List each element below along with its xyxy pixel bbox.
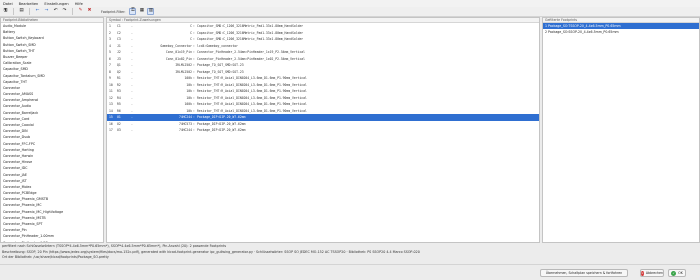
ok-icon: ✓ (671, 270, 677, 276)
save-icon[interactable]: 🖫 (2, 8, 9, 15)
component-number: 17 (109, 128, 113, 132)
ok-button[interactable]: ✓ OK (668, 269, 686, 277)
status-area: perfiltert nach Schlüsselwörtern (TSSOP*… (0, 244, 700, 264)
cancel-icon: × (641, 270, 644, 276)
menubar: Datei Bearbeiten Einstellungen Hilfe (0, 0, 700, 7)
cancel-button[interactable]: × Abbrechen (640, 269, 664, 277)
component-value: 74HC244 (178, 128, 192, 132)
apply-save-label: Übernehmen, Schaltplan speichern & fortf… (545, 271, 623, 275)
menu-settings[interactable]: Einstellungen (44, 2, 68, 6)
apply-save-button[interactable]: Übernehmen, Schaltplan speichern & fortf… (540, 269, 628, 277)
library-path-text: Ort der Bibliothek: /usr/share/kicad/foo… (2, 255, 109, 259)
delete-assignment-icon[interactable]: ✖ (86, 8, 93, 15)
redo-icon[interactable]: ↷ (61, 8, 68, 15)
toolbar-separator (13, 8, 14, 15)
filter-pincount-icon[interactable]: ▦ (138, 8, 145, 15)
menu-file[interactable]: Datei (3, 2, 13, 6)
symbols-pane: Symbol : Footprint-Zuweisungen 1 C1- C: Cap… (106, 17, 540, 243)
component-list: 1 C1- C: Capacitor_SMD:C_1206_3216Metric_Pa… (107, 23, 539, 134)
library-list: Audio_Module Battery Button_Switch_Keyboar… (1, 23, 103, 242)
component-footprint: Package_DIP:DIP-20_W7.62mm (197, 128, 246, 132)
menu-help[interactable]: Hilfe (75, 2, 83, 6)
toolbar-separator (72, 8, 73, 15)
toolbar: 🖫 ▤ ← → ↶ ↷ ✎ ✖ Footprint-Filter: ⚿ ▦ ▥ (0, 7, 700, 17)
menu-edit[interactable]: Bearbeiten (19, 2, 39, 6)
arrow-left-icon[interactable]: ← (34, 8, 41, 15)
auto-assign-icon[interactable]: ✎ (77, 8, 84, 15)
component-row[interactable]: 17 U3-74HC244: Package_DIP:DIP-20_W7.62mm (107, 127, 539, 134)
library-table-icon[interactable]: ▤ (18, 8, 25, 15)
cvpcb-window: Datei Bearbeiten Einstellungen Hilfe 🖫 ▤… (0, 0, 700, 280)
arrow-right-icon[interactable]: → (43, 8, 50, 15)
button-bar: Übernehmen, Schaltplan speichern & fortf… (0, 264, 700, 280)
filter-library-icon[interactable]: ▥ (147, 8, 155, 15)
undo-icon[interactable]: ↶ (52, 8, 59, 15)
libraries-pane: Footprint-Bibliotheken Audio_Module Batte… (0, 17, 104, 243)
footprints-pane: Gefilterte Footprints 1 Package_SO:TSSOP… (542, 17, 700, 243)
filter-keywords-icon[interactable]: ⚿ (129, 8, 137, 15)
cancel-label: Abbrechen (645, 271, 663, 275)
separator-dash: - (131, 128, 133, 132)
footprint-item[interactable]: 2 Package_SO:SSOP-20_4.4x6.5mm_P0.65mm (543, 29, 699, 35)
toolbar-separator (29, 8, 30, 15)
footprint-filter-label: Footprint-Filter: (101, 9, 126, 14)
library-item[interactable]: Connector_PinHeader_1.27mm (1, 240, 103, 242)
ok-label: OK (678, 271, 683, 275)
component-reference: U3 (117, 128, 121, 132)
